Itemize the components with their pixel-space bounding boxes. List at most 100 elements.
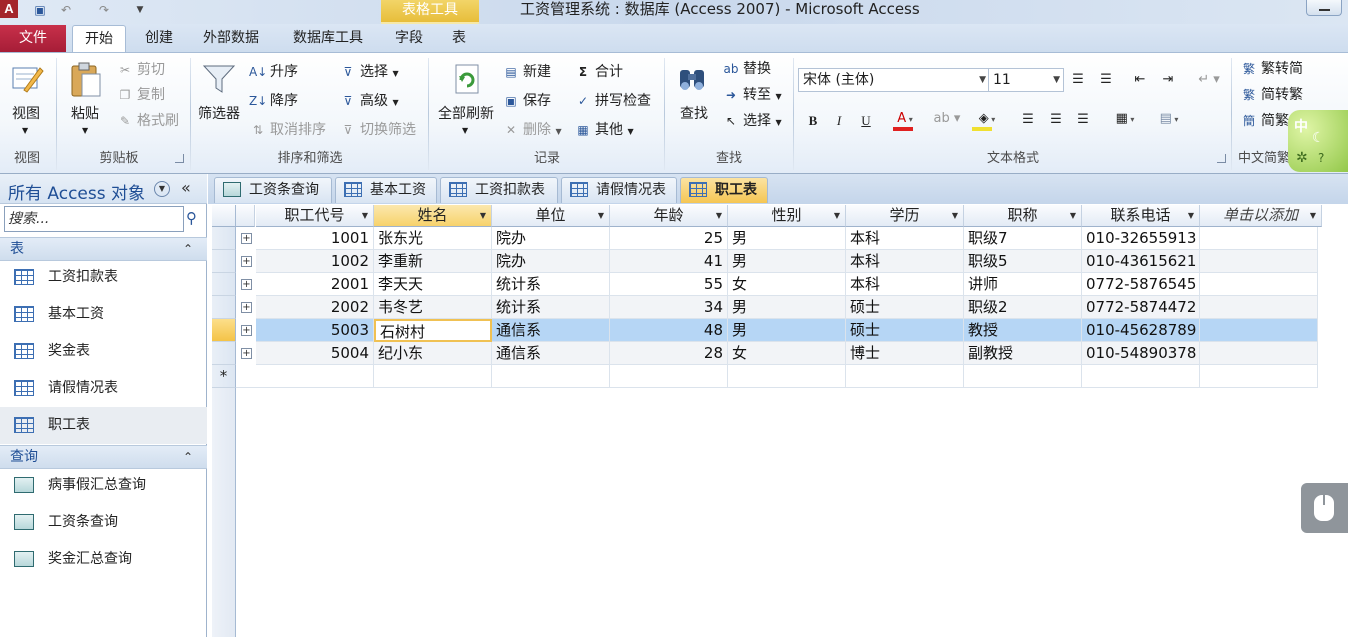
refresh-dropdown-icon[interactable]: ▼	[462, 126, 468, 135]
table-cell[interactable]: 李天天	[374, 273, 492, 296]
sort-ascending-button[interactable]: A↓ 升序	[249, 61, 298, 83]
new-record-cell[interactable]	[610, 365, 728, 388]
record-selector[interactable]	[212, 342, 236, 365]
gridlines-icon[interactable]: ▦ ▾	[1108, 109, 1142, 130]
customize-toolbar-icon[interactable]: ▼	[132, 2, 148, 18]
table-cell[interactable]: 院办	[492, 227, 610, 250]
numbering-icon[interactable]: ☰	[1096, 70, 1116, 90]
collapse-pane-icon[interactable]: «	[181, 178, 191, 197]
table-cell[interactable]: 本科	[846, 227, 964, 250]
new-record-cell[interactable]	[1200, 365, 1318, 388]
column-dropdown-icon[interactable]: ▼	[716, 205, 722, 226]
tab-home[interactable]: 开始	[72, 25, 126, 53]
minimize-ribbon-button[interactable]	[1306, 0, 1342, 16]
decrease-indent-icon[interactable]: ⇤	[1130, 70, 1150, 90]
paste-button-label[interactable]: 粘贴	[64, 103, 106, 123]
redo-icon[interactable]: ↷	[96, 2, 112, 18]
bold-icon[interactable]: B	[804, 111, 822, 131]
column-header[interactable]: 单位 ▼	[492, 205, 610, 227]
floating-side-button[interactable]	[1301, 483, 1348, 533]
binoculars-icon[interactable]	[676, 62, 710, 96]
table-cell[interactable]: 48	[610, 319, 728, 342]
table-cell[interactable]: 女	[728, 342, 846, 365]
align-center-icon[interactable]: ☰	[1046, 110, 1066, 130]
record-selector[interactable]	[212, 227, 236, 250]
alternate-row-color-icon[interactable]: ▤ ▾	[1152, 109, 1186, 130]
increase-indent-icon[interactable]: ⇥	[1158, 70, 1178, 90]
table-cell[interactable]: 石树村	[374, 319, 492, 342]
undo-icon[interactable]: ↶	[58, 2, 74, 18]
table-cell[interactable]: 010-32655913	[1082, 227, 1200, 250]
column-dropdown-icon[interactable]: ▼	[952, 205, 958, 226]
table-cell[interactable]: 010-45628789	[1082, 319, 1200, 342]
table-cell[interactable]: 统计系	[492, 296, 610, 319]
italic-icon[interactable]: I	[830, 111, 848, 131]
table-cell[interactable]: 1002	[256, 250, 374, 273]
tab-database-tools[interactable]: 数据库工具	[282, 25, 374, 52]
table-cell[interactable]: 职级2	[964, 296, 1082, 319]
new-record-cell[interactable]	[1082, 365, 1200, 388]
access-app-icon[interactable]: A	[0, 0, 18, 18]
table-cell[interactable]: 张东光	[374, 227, 492, 250]
select-all-corner[interactable]	[212, 205, 236, 227]
doc-tab-active[interactable]: 职工表	[680, 177, 768, 203]
column-header[interactable]: 学历 ▼	[846, 205, 964, 227]
table-cell[interactable]: 院办	[492, 250, 610, 273]
find-button-label[interactable]: 查找	[672, 103, 716, 123]
click-to-add-column[interactable]: 单击以添加 ▼	[1200, 205, 1322, 227]
table-cell[interactable]: 5004	[256, 342, 374, 365]
save-record-button[interactable]: ▣ 保存	[502, 90, 551, 112]
underline-icon[interactable]: U	[857, 111, 875, 131]
highlight-icon[interactable]: ab ▾	[930, 109, 964, 129]
empty-add-cell[interactable]	[1200, 296, 1318, 319]
filter-button-label[interactable]: 筛选器	[195, 103, 243, 123]
table-cell[interactable]: 本科	[846, 273, 964, 296]
column-dropdown-icon[interactable]: ▼	[1188, 205, 1194, 226]
column-dropdown-icon[interactable]: ▼	[598, 205, 604, 226]
expand-plus-icon[interactable]: +	[241, 233, 252, 244]
column-header[interactable]: 姓名 ▼	[374, 205, 492, 227]
table-cell[interactable]: 硕士	[846, 296, 964, 319]
doc-tab-table[interactable]: 工资扣款表	[440, 177, 558, 203]
advanced-filter-button[interactable]: ⊽ 高级 ▼	[339, 90, 399, 112]
nav-section-queries[interactable]: 查询 ⌃	[0, 445, 207, 469]
tab-file[interactable]: 文件	[0, 25, 66, 52]
doc-tab-table[interactable]: 请假情况表	[561, 177, 677, 203]
table-cell[interactable]: 41	[610, 250, 728, 273]
totals-button[interactable]: Σ 合计	[574, 61, 623, 83]
table-cell[interactable]: 博士	[846, 342, 964, 365]
column-dropdown-icon[interactable]: ▼	[480, 205, 486, 226]
table-cell[interactable]: 34	[610, 296, 728, 319]
empty-add-cell[interactable]	[1200, 250, 1318, 273]
clear-sort-button[interactable]: ⇅ 取消排序	[249, 119, 326, 141]
refresh-all-icon[interactable]	[450, 62, 484, 96]
simp-to-trad-button[interactable]: 繁简转繁	[1240, 84, 1303, 106]
table-cell[interactable]: 2001	[256, 273, 374, 296]
filter-funnel-icon[interactable]	[202, 62, 236, 96]
more-records-button[interactable]: ▦ 其他 ▼	[574, 119, 633, 141]
expand-plus-icon[interactable]: +	[241, 279, 252, 290]
table-cell[interactable]: 女	[728, 273, 846, 296]
convert-button[interactable]: 簡简繁	[1240, 110, 1289, 132]
paste-icon[interactable]	[68, 60, 104, 100]
new-record-selector[interactable]: *	[212, 365, 236, 388]
new-record-cell[interactable]	[492, 365, 610, 388]
nav-item-query[interactable]: 病事假汇总查询	[0, 467, 207, 504]
replace-button[interactable]: ab 替换	[722, 58, 772, 80]
new-record-cell[interactable]	[964, 365, 1082, 388]
table-cell[interactable]: 男	[728, 319, 846, 342]
empty-add-cell[interactable]	[1200, 319, 1318, 342]
expand-plus-icon[interactable]: +	[241, 302, 252, 313]
new-record-cell[interactable]	[846, 365, 964, 388]
column-header[interactable]: 性别 ▼	[728, 205, 846, 227]
record-selector[interactable]	[212, 296, 236, 319]
table-cell[interactable]: 0772-5876545	[1082, 273, 1200, 296]
view-dropdown-icon[interactable]: ▼	[22, 126, 28, 135]
table-cell[interactable]: 男	[728, 250, 846, 273]
table-cell[interactable]: 硕士	[846, 319, 964, 342]
table-cell[interactable]: 副教授	[964, 342, 1082, 365]
table-cell[interactable]: 010-54890378	[1082, 342, 1200, 365]
table-cell[interactable]: 纪小东	[374, 342, 492, 365]
table-cell[interactable]: 28	[610, 342, 728, 365]
nav-item-table[interactable]: 请假情况表	[0, 370, 207, 407]
